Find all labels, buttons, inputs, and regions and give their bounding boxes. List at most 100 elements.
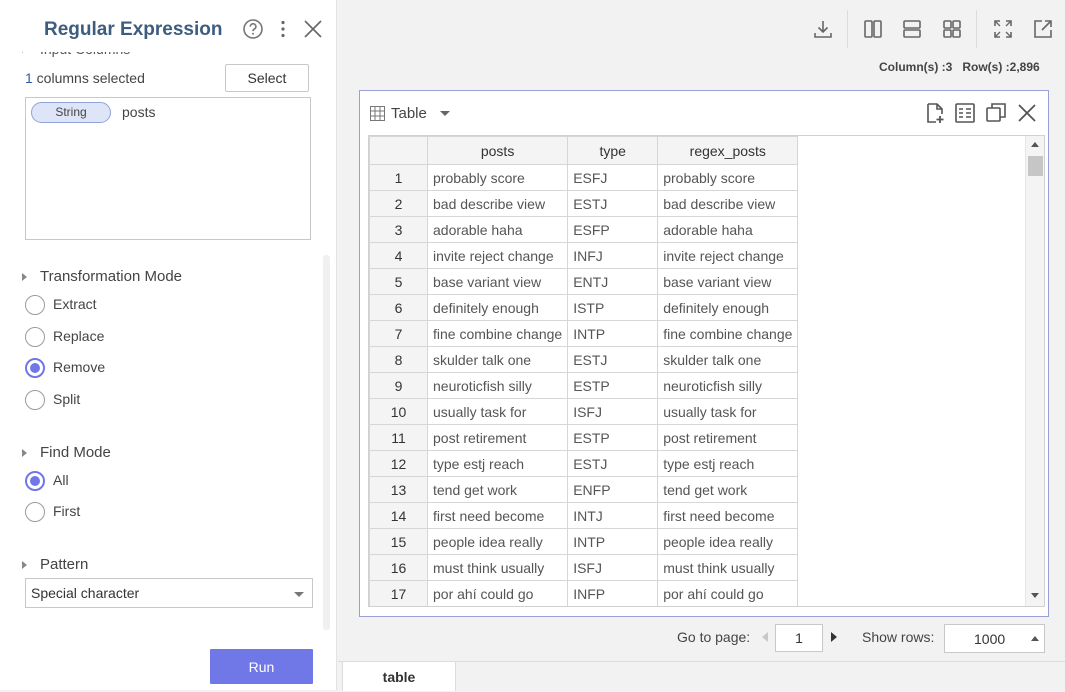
transformation-mode-title[interactable]: Transformation Mode xyxy=(40,268,182,285)
split-columns-icon[interactable] xyxy=(862,18,884,40)
row-index-cell[interactable]: 7 xyxy=(369,320,428,347)
table-cell[interactable]: ESFP xyxy=(567,216,659,243)
row-index-cell[interactable]: 4 xyxy=(369,242,428,269)
table-row[interactable]: 17 por ahí could go INFP por ahí could go xyxy=(369,580,799,606)
close-icon[interactable] xyxy=(1016,102,1038,124)
scroll-thumb[interactable] xyxy=(1028,156,1043,176)
page-number-input[interactable] xyxy=(775,624,823,652)
table-cell[interactable]: type estj reach xyxy=(657,450,799,477)
copy-window-icon[interactable] xyxy=(985,102,1007,124)
table-cell[interactable]: ESTJ xyxy=(567,450,659,477)
table-cell[interactable]: must think usually xyxy=(657,554,799,581)
table-row[interactable]: 3 adorable haha ESFP adorable haha xyxy=(369,216,799,243)
table-cell[interactable]: type estj reach xyxy=(426,450,569,477)
view-type-label[interactable]: Table xyxy=(391,105,427,122)
table-cell[interactable]: invite reject change xyxy=(657,242,799,269)
next-page-icon[interactable] xyxy=(831,632,837,642)
table-cell[interactable]: INTP xyxy=(567,320,659,347)
table-cell[interactable]: people idea really xyxy=(657,528,799,555)
radio-first-circle[interactable] xyxy=(25,502,45,522)
table-cell[interactable]: ISFJ xyxy=(567,398,659,425)
table-row[interactable]: 9 neuroticfish silly ESTP neuroticfish sill… xyxy=(369,372,799,399)
radio-split-circle[interactable] xyxy=(25,390,45,410)
table-cell[interactable]: fine combine change xyxy=(426,320,569,347)
new-document-icon[interactable] xyxy=(924,102,946,124)
rows-per-page-select[interactable]: 1000 xyxy=(944,624,1045,653)
table-row[interactable]: 13 tend get work ENFP tend get work xyxy=(369,476,799,503)
table-cell[interactable]: base variant view xyxy=(657,268,799,295)
download-icon[interactable] xyxy=(812,18,834,40)
find-mode-title[interactable]: Find Mode xyxy=(40,444,111,461)
select-columns-button[interactable]: Select xyxy=(225,64,309,92)
table-cell[interactable]: INFP xyxy=(567,580,659,606)
fullscreen-icon[interactable] xyxy=(992,18,1014,40)
row-index-cell[interactable]: 11 xyxy=(369,424,428,451)
radio-remove-circle[interactable] xyxy=(25,358,45,378)
table-row[interactable]: 7 fine combine change INTP fine combine cha… xyxy=(369,320,799,347)
help-icon[interactable] xyxy=(242,18,264,40)
table-cell[interactable]: base variant view xyxy=(426,268,569,295)
row-index-cell[interactable]: 9 xyxy=(369,372,428,399)
table-row[interactable]: 10 usually task for ISFJ usually task for xyxy=(369,398,799,425)
table-cell[interactable]: adorable haha xyxy=(657,216,799,243)
run-button[interactable]: Run xyxy=(210,649,313,684)
table-cell[interactable]: ESTP xyxy=(567,372,659,399)
column-header[interactable]: type xyxy=(567,136,659,165)
table-cell[interactable]: fine combine change xyxy=(657,320,799,347)
radio-extract-circle[interactable] xyxy=(25,295,45,315)
vertical-scrollbar[interactable] xyxy=(1025,136,1044,606)
table-cell[interactable] xyxy=(658,607,798,608)
table-cell[interactable]: ESTJ xyxy=(567,190,659,217)
row-index-cell[interactable]: 10 xyxy=(369,398,428,425)
scroll-down-icon[interactable] xyxy=(1031,593,1039,598)
pattern-title[interactable]: Pattern xyxy=(40,556,88,573)
radio-replace-circle[interactable] xyxy=(25,327,45,347)
tab-table[interactable]: table xyxy=(342,661,456,691)
table-cell[interactable]: definitely enough xyxy=(657,294,799,321)
row-index-cell[interactable]: 16 xyxy=(369,554,428,581)
row-index-cell[interactable]: 2 xyxy=(369,190,428,217)
split-rows-icon[interactable] xyxy=(901,18,923,40)
table-cell[interactable]: por ahí could go xyxy=(657,580,799,606)
column-header[interactable]: regex_posts xyxy=(657,136,799,165)
table-cell[interactable]: INFJ xyxy=(567,242,659,269)
table-cell[interactable]: ESTJ xyxy=(567,346,659,373)
table-cell[interactable]: first need become xyxy=(657,502,799,529)
table-cell[interactable]: ESTP xyxy=(567,424,659,451)
table-cell[interactable]: tend get work xyxy=(657,476,799,503)
table-cell[interactable]: people idea really xyxy=(426,528,569,555)
table-cell[interactable]: skulder talk one xyxy=(426,346,569,373)
table-cell[interactable]: tend get work xyxy=(426,476,569,503)
table-row[interactable]: 14 first need become INTJ first need become xyxy=(369,502,799,529)
table-cell[interactable]: usually task for xyxy=(657,398,799,425)
table-cell[interactable]: neuroticfish silly xyxy=(426,372,569,399)
more-vertical-icon[interactable] xyxy=(272,18,294,40)
table-row[interactable]: 2 bad describe view ESTJ bad describe view xyxy=(369,190,799,217)
table-row[interactable] xyxy=(370,607,798,608)
table-row[interactable]: 8 skulder talk one ESTJ skulder talk one xyxy=(369,346,799,373)
table-cell[interactable]: por ahí could go xyxy=(426,580,569,606)
table-row[interactable]: 15 people idea really INTP people idea real… xyxy=(369,528,799,555)
row-index-cell[interactable]: 12 xyxy=(369,450,428,477)
row-index-cell[interactable]: 6 xyxy=(369,294,428,321)
table-cell[interactable]: bad describe view xyxy=(657,190,799,217)
table-cell[interactable]: ISFJ xyxy=(567,554,659,581)
table-cell[interactable]: ESFJ xyxy=(567,164,659,191)
table-row[interactable]: 5 base variant view ENTJ base variant view xyxy=(369,268,799,295)
close-icon[interactable] xyxy=(302,18,324,40)
table-cell[interactable]: INTJ xyxy=(567,502,659,529)
table-cell[interactable]: invite reject change xyxy=(426,242,569,269)
view-dropdown-chevron-icon[interactable] xyxy=(440,111,450,116)
grid-layout-icon[interactable] xyxy=(941,18,963,40)
row-index-cell[interactable]: 13 xyxy=(369,476,428,503)
table-cell[interactable]: post retirement xyxy=(657,424,799,451)
row-index-cell[interactable]: 8 xyxy=(369,346,428,373)
table-cell[interactable]: probably score xyxy=(657,164,799,191)
row-index-cell[interactable]: 3 xyxy=(369,216,428,243)
table-row[interactable]: 6 definitely enough ISTP definitely enough xyxy=(369,294,799,321)
table-row[interactable]: 4 invite reject change INFJ invite reject c… xyxy=(369,242,799,269)
pattern-caret-icon[interactable] xyxy=(22,561,27,569)
panel-scrollbar[interactable] xyxy=(323,255,330,630)
table-cell[interactable]: neuroticfish silly xyxy=(657,372,799,399)
details-icon[interactable] xyxy=(954,102,976,124)
